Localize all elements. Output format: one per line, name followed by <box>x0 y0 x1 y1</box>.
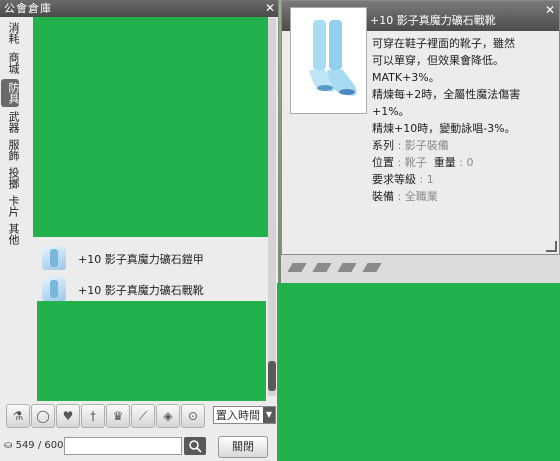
tab-consumable[interactable]: 消耗 <box>1 20 20 46</box>
desc-line: 可穿在鞋子裡面的靴子，雖然 <box>372 37 515 50</box>
prop-equip: 裝備 : 全職業 <box>372 190 438 203</box>
tab-costume[interactable]: 服飾 <box>1 137 20 163</box>
crown-icon[interactable]: ♛ <box>106 404 130 428</box>
list-item[interactable]: +10 影子真魔力礦石鎧甲 <box>40 243 268 273</box>
boots-icon <box>309 20 357 96</box>
item-description: 可穿在鞋子裡面的靴子，雖然 可以單穿，但效果會降低。 MATK+3%。 精煉每+… <box>372 35 554 205</box>
tab-throwing[interactable]: 投擲 <box>1 165 20 191</box>
card-slot <box>337 263 357 272</box>
close-icon[interactable]: ✕ <box>544 4 556 16</box>
storage-bottom-bar: ⛀ 549 / 600 關閉 <box>0 432 278 461</box>
storage-title: 公會倉庫 <box>4 2 52 15</box>
card-slot <box>312 263 332 272</box>
card-slot-panel <box>277 255 560 461</box>
close-icon[interactable]: ✕ <box>264 2 276 14</box>
item-picture <box>290 7 367 114</box>
scrollbar-thumb[interactable] <box>268 361 276 391</box>
tab-cash-shop[interactable]: 商城 <box>1 50 20 76</box>
desc-line: 可以單穿，但效果會降低。 <box>372 54 504 67</box>
desc-line: +1%。 <box>372 105 410 118</box>
tab-weapon[interactable]: 武器 <box>1 109 20 135</box>
ring-icon[interactable]: ◯ <box>31 404 55 428</box>
redacted-region-bottom <box>37 301 266 401</box>
storage-count: ⛀ 549 / 600 <box>4 440 63 451</box>
storage-scrollbar[interactable] <box>268 18 276 396</box>
search-button[interactable] <box>184 437 206 455</box>
storage-icon: ⛀ <box>4 440 13 451</box>
close-button[interactable]: 關閉 <box>218 436 268 458</box>
tab-other[interactable]: 其他 <box>1 221 20 247</box>
search-icon <box>189 440 202 453</box>
sort-select[interactable]: 置入時間 ▼ <box>213 406 276 424</box>
desc-line: MATK+3%。 <box>372 71 440 84</box>
list-item[interactable]: +10 影子真魔力礦石戰靴 <box>40 274 268 304</box>
guild-storage-window: 公會倉庫 ✕ 消耗 商城 防具 武器 服飾 投擲 卡片 其他 +10 影子真魔力… <box>0 0 279 461</box>
item-info-title: +10 影子真魔力礦石戰靴 <box>370 14 496 27</box>
redacted-region-right <box>277 283 560 461</box>
card-slot <box>362 263 382 272</box>
armor-icon <box>42 246 66 270</box>
boots-icon <box>42 277 66 301</box>
item-info-window: +10 影子真魔力礦石戰靴 ✕ 可穿在鞋子裡面的靴子，雖然 可以單穿，但效果會降… <box>281 0 560 255</box>
tab-armor[interactable]: 防具 <box>1 79 20 107</box>
sort-select-value: 置入時間 <box>216 409 260 422</box>
prop-required-level: 要求等級 : 1 <box>372 173 434 186</box>
tab-card[interactable]: 卡片 <box>1 193 20 219</box>
storage-titlebar[interactable]: 公會倉庫 ✕ <box>0 0 278 17</box>
armor-icon[interactable]: ♥ <box>56 404 80 428</box>
prop-series: 系列 : 影子裝備 <box>372 139 449 152</box>
chevron-down-icon[interactable]: ▼ <box>263 407 275 423</box>
wand-icon[interactable]: ⟋ <box>131 404 155 428</box>
card-slot <box>287 263 307 272</box>
card-icon[interactable]: ◈ <box>156 404 180 428</box>
item-name: +10 影子真魔力礦石戰靴 <box>78 284 204 297</box>
potion-icon[interactable]: ⚗ <box>6 404 30 428</box>
compass-icon[interactable]: ⊙ <box>181 404 205 428</box>
count-text: 549 / 600 <box>15 440 64 451</box>
item-name: +10 影子真魔力礦石鎧甲 <box>78 253 204 266</box>
sword-icon[interactable]: † <box>81 404 105 428</box>
redacted-region-top <box>33 17 268 237</box>
desc-line: 精煉+10時，變動詠唱-3%。 <box>372 122 516 135</box>
resize-handle[interactable] <box>546 241 557 252</box>
desc-line: 精煉每+2時，全屬性魔法傷害 <box>372 88 521 101</box>
prop-location: 位置 : 靴子 重量 : 0 <box>372 156 474 169</box>
search-input[interactable] <box>64 437 182 455</box>
storage-tabs: 消耗 商城 防具 武器 服飾 投擲 卡片 其他 <box>0 17 20 397</box>
